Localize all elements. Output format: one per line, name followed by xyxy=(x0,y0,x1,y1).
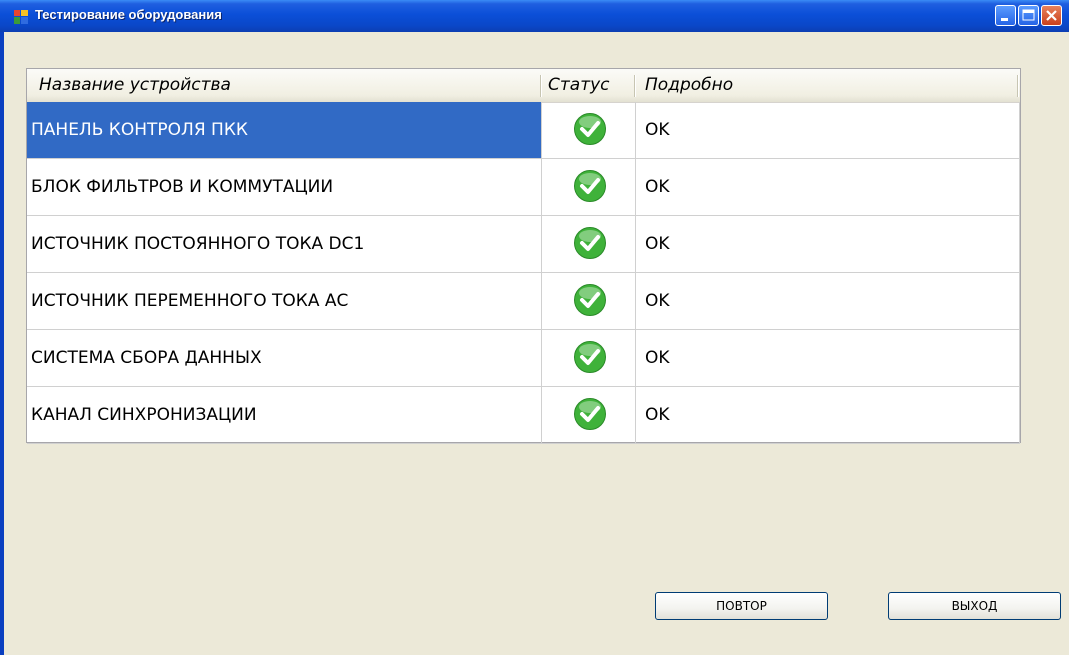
device-name-cell[interactable]: ИСТОЧНИК ПОСТОЯННОГО ТОКА DC1 xyxy=(27,216,542,273)
status-cell[interactable] xyxy=(542,387,636,444)
exit-button[interactable]: ВЫХОД xyxy=(888,592,1061,620)
close-icon xyxy=(1046,10,1057,21)
detail-cell[interactable]: OK xyxy=(636,102,1020,159)
detail-cell[interactable]: OK xyxy=(636,159,1020,216)
table-row[interactable]: СИСТЕМА СБОРА ДАННЫХ OK xyxy=(27,330,1020,387)
table-row[interactable]: КАНАЛ СИНХРОНИЗАЦИИ OK xyxy=(27,387,1020,444)
check-ok-icon xyxy=(574,170,606,202)
column-divider[interactable] xyxy=(540,75,542,97)
table-row[interactable]: ПАНЕЛЬ КОНТРОЛЯ ПКК OK xyxy=(27,102,1020,159)
status-cell[interactable] xyxy=(542,102,636,159)
device-name-cell[interactable]: БЛОК ФИЛЬТРОВ И КОММУТАЦИИ xyxy=(27,159,542,216)
column-header-device-name[interactable]: Название устройства xyxy=(39,69,231,102)
retry-button[interactable]: ПОВТОР xyxy=(655,592,828,620)
grid-header: Название устройства Статус Подробно xyxy=(27,69,1020,103)
check-ok-icon xyxy=(574,227,606,259)
status-cell[interactable] xyxy=(542,159,636,216)
check-ok-icon xyxy=(574,341,606,373)
status-cell[interactable] xyxy=(542,330,636,387)
app-icon xyxy=(14,10,28,24)
device-grid[interactable]: Название устройства Статус Подробно ПАНЕ… xyxy=(26,68,1021,444)
detail-cell[interactable]: OK xyxy=(636,216,1020,273)
check-ok-icon xyxy=(574,398,606,430)
close-button[interactable] xyxy=(1041,5,1062,26)
status-cell[interactable] xyxy=(542,273,636,330)
table-row[interactable]: ИСТОЧНИК ПЕРЕМЕННОГО ТОКА АС OK xyxy=(27,273,1020,330)
maximize-icon xyxy=(1022,9,1035,21)
minimize-icon xyxy=(1001,18,1008,21)
minimize-button[interactable] xyxy=(995,5,1016,26)
table-row[interactable]: ИСТОЧНИК ПОСТОЯННОГО ТОКА DC1 OK xyxy=(27,216,1020,273)
detail-cell[interactable]: OK xyxy=(636,273,1020,330)
equipment-test-window: Тестирование оборудования Название устро… xyxy=(0,0,1069,655)
device-name-cell[interactable]: ИСТОЧНИК ПЕРЕМЕННОГО ТОКА АС xyxy=(27,273,542,330)
detail-cell[interactable]: OK xyxy=(636,387,1020,444)
title-bar[interactable]: Тестирование оборудования xyxy=(0,0,1069,32)
column-header-status[interactable]: Статус xyxy=(548,69,610,102)
table-row[interactable]: БЛОК ФИЛЬТРОВ И КОММУТАЦИИ OK xyxy=(27,159,1020,216)
column-header-details[interactable]: Подробно xyxy=(645,69,733,102)
maximize-button[interactable] xyxy=(1018,5,1039,26)
status-cell[interactable] xyxy=(542,216,636,273)
device-name-cell[interactable]: КАНАЛ СИНХРОНИЗАЦИИ xyxy=(27,387,542,444)
window-title: Тестирование оборудования xyxy=(35,7,222,22)
device-name-cell[interactable]: СИСТЕМА СБОРА ДАННЫХ xyxy=(27,330,542,387)
detail-cell[interactable]: OK xyxy=(636,330,1020,387)
column-divider[interactable] xyxy=(634,75,636,97)
check-ok-icon xyxy=(574,284,606,316)
device-name-cell[interactable]: ПАНЕЛЬ КОНТРОЛЯ ПКК xyxy=(27,102,542,159)
check-ok-icon xyxy=(574,113,606,145)
column-divider[interactable] xyxy=(1017,75,1019,97)
